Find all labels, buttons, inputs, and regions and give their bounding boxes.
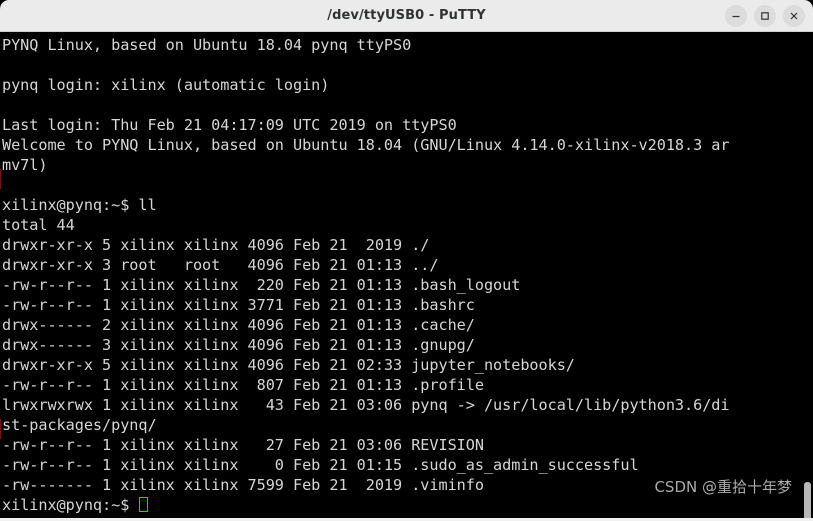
- terminal-line: xilinx@pynq:~$ ll: [2, 196, 157, 214]
- terminal-line: -rw-r--r-- 1 xilinx xilinx 0 Feb 21 01:1…: [2, 456, 639, 474]
- terminal-line: pynq login: xilinx (automatic login): [2, 76, 330, 94]
- terminal-line: Welcome to PYNQ Linux, based on Ubuntu 1…: [2, 136, 730, 154]
- terminal-line: mv7l): [2, 156, 48, 174]
- close-icon: [790, 12, 798, 20]
- window-controls: [725, 0, 805, 32]
- title-bar[interactable]: /dev/ttyUSB0 - PuTTY: [0, 0, 813, 32]
- terminal-line: total 44: [2, 216, 75, 234]
- terminal-line: -rw-r--r-- 1 xilinx xilinx 220 Feb 21 01…: [2, 276, 521, 294]
- terminal-line: -rw-r--r-- 1 xilinx xilinx 807 Feb 21 01…: [2, 376, 484, 394]
- window-title: /dev/ttyUSB0 - PuTTY: [327, 8, 486, 23]
- minimize-icon: [732, 15, 740, 18]
- terminal-output: PYNQ Linux, based on Ubuntu 18.04 pynq t…: [2, 35, 802, 515]
- csdn-watermark: CSDN @重拾十年梦: [654, 478, 792, 496]
- terminal-line: Last login: Thu Feb 21 04:17:09 UTC 2019…: [2, 116, 457, 134]
- close-button[interactable]: [783, 5, 805, 27]
- terminal-screen[interactable]: PYNQ Linux, based on Ubuntu 18.04 pynq t…: [0, 32, 813, 521]
- minimize-button[interactable]: [725, 5, 747, 27]
- terminal-line: -rw-r--r-- 1 xilinx xilinx 27 Feb 21 03:…: [2, 436, 484, 454]
- terminal-scrollbar[interactable]: [801, 32, 813, 521]
- terminal-line: st-packages/pynq/: [2, 416, 157, 434]
- terminal-line: drwx------ 2 xilinx xilinx 4096 Feb 21 0…: [2, 316, 475, 334]
- maximize-icon: [761, 12, 769, 20]
- window-left-edge: [0, 64, 1, 521]
- terminal-line: -rw-r--r-- 1 xilinx xilinx 3771 Feb 21 0…: [2, 296, 475, 314]
- terminal-line: drwxr-xr-x 5 xilinx xilinx 4096 Feb 21 2…: [2, 236, 430, 254]
- shell-prompt: xilinx@pynq:~$: [2, 496, 139, 514]
- terminal-prompt-line[interactable]: xilinx@pynq:~$: [2, 495, 802, 515]
- maximize-button[interactable]: [754, 5, 776, 27]
- scrollbar-thumb[interactable]: [804, 482, 811, 521]
- terminal-line: drwxr-xr-x 5 xilinx xilinx 4096 Feb 21 0…: [2, 356, 575, 374]
- terminal-line: drwxr-xr-x 3 root root 4096 Feb 21 01:13…: [2, 256, 439, 274]
- terminal-line: drwx------ 3 xilinx xilinx 4096 Feb 21 0…: [2, 336, 475, 354]
- putty-window: /dev/ttyUSB0 - PuTTY PYNQ Linux, based o…: [0, 0, 813, 521]
- terminal-line: PYNQ Linux, based on Ubuntu 18.04 pynq t…: [2, 36, 412, 54]
- text-cursor: [139, 497, 149, 512]
- terminal-line: lrwxrwxrwx 1 xilinx xilinx 43 Feb 21 03:…: [2, 396, 730, 414]
